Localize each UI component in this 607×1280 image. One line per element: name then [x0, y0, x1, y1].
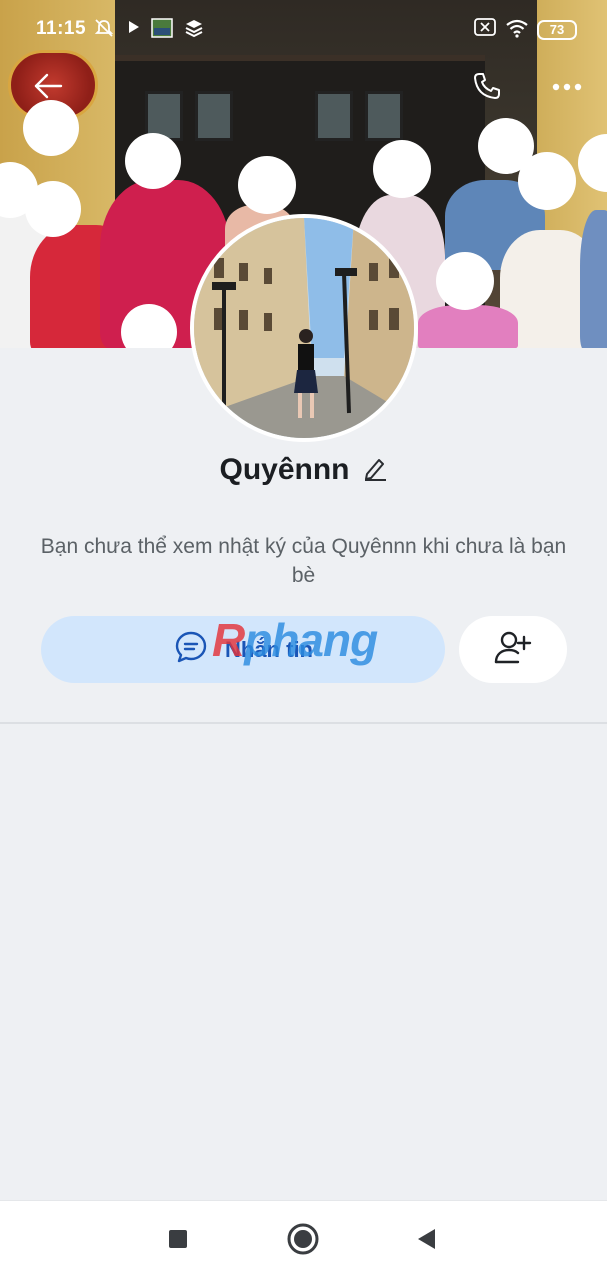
play-icon	[127, 18, 141, 41]
status-bar: 11:15 73	[0, 0, 607, 60]
triangle-back-icon	[415, 1227, 437, 1256]
square-icon	[167, 1228, 189, 1255]
cover-person	[418, 305, 518, 348]
bell-off-icon	[94, 18, 114, 43]
status-time: 11:15	[36, 18, 87, 39]
system-nav-bar	[0, 1200, 607, 1280]
face-blur	[125, 133, 181, 189]
section-divider	[0, 722, 607, 724]
face-blur	[25, 181, 81, 237]
face-blur	[518, 152, 576, 210]
watermark-logo: Rphang	[212, 613, 378, 667]
layers-icon	[184, 18, 204, 43]
battery-level: 73	[549, 22, 565, 37]
profile-name-row: Quyênnn	[0, 450, 607, 490]
avatar[interactable]	[190, 214, 418, 442]
user-plus-icon	[494, 629, 532, 670]
call-button[interactable]	[465, 66, 509, 110]
x-box-icon	[474, 18, 496, 41]
back-button[interactable]	[26, 66, 70, 110]
photo-thumbnail-icon	[151, 18, 173, 43]
cover-person	[580, 210, 607, 348]
circle-icon	[286, 1222, 320, 1261]
profile-name: Quyênnn	[219, 453, 350, 486]
arrow-left-icon	[33, 73, 63, 104]
battery-icon: 73	[537, 20, 577, 40]
phone-icon	[472, 71, 502, 106]
back-nav-button[interactable]	[406, 1221, 446, 1261]
avatar-photo	[194, 218, 414, 438]
wifi-icon	[505, 18, 529, 43]
face-blur	[373, 140, 431, 198]
watermark-prefix: R	[212, 614, 245, 666]
watermark-rest: phang	[244, 614, 378, 666]
recents-button[interactable]	[158, 1221, 198, 1261]
more-button[interactable]	[545, 66, 589, 110]
more-horizontal-icon	[552, 79, 582, 97]
chat-bubble-icon	[173, 629, 209, 671]
face-blur	[238, 156, 296, 214]
privacy-notice: Bạn chưa thể xem nhật ký của Quyênnn khi…	[40, 535, 567, 587]
home-button[interactable]	[283, 1221, 323, 1261]
add-friend-button[interactable]	[459, 616, 567, 683]
pencil-icon[interactable]	[362, 455, 388, 486]
face-blur	[436, 252, 494, 310]
